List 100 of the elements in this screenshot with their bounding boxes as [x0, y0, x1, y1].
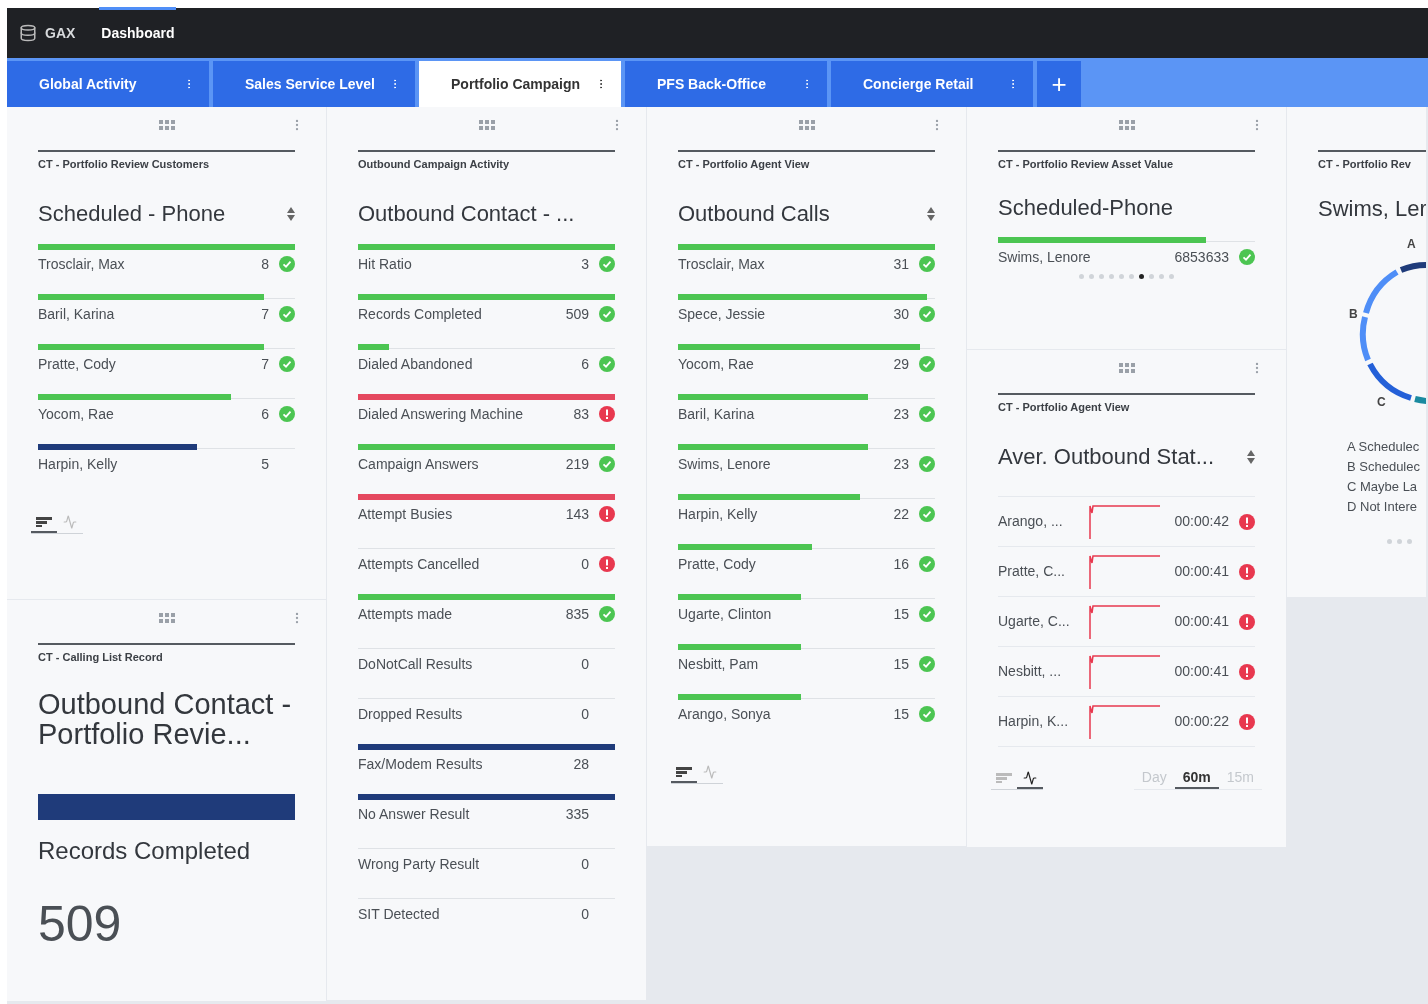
legend-item: D Not Intere — [1347, 498, 1419, 516]
trend-line-icon — [703, 765, 717, 779]
drag-handle-icon[interactable] — [478, 120, 495, 130]
row-label: Pratte, Cody — [678, 554, 757, 574]
row-value: 00:00:41 — [1173, 612, 1229, 631]
donut-label: A — [1407, 236, 1416, 253]
row-label: Dropped Results — [358, 704, 464, 724]
row-value: 16 — [893, 554, 909, 574]
row-label: Harpin, K... — [998, 712, 1070, 731]
row-value: 6 — [261, 404, 269, 424]
dashboard-tab[interactable]: Sales Service Level — [213, 61, 415, 107]
row-label: Ugarte, C... — [998, 612, 1071, 631]
row-label: Trosclair, Max — [678, 254, 766, 274]
row-value: 5 — [261, 454, 269, 474]
row-value: 6853633 — [1174, 247, 1229, 267]
widget-title: Scheduled-Phone — [998, 194, 1173, 222]
row-label: Attempts Cancelled — [358, 554, 481, 574]
row-label: Campaign Answers — [358, 454, 480, 474]
sparkline-drawing — [1088, 604, 1160, 639]
drag-handle-icon[interactable] — [1118, 363, 1135, 373]
row-label: Nesbitt, ... — [998, 662, 1063, 681]
sparkline-drawing — [1088, 504, 1160, 539]
row-label: Swims, Lenore — [678, 454, 772, 474]
widget-category: CT - Portfolio Agent View — [678, 157, 811, 171]
row-value: 0 — [581, 854, 589, 874]
drag-handle-icon[interactable] — [798, 120, 815, 130]
row-value: 23 — [893, 454, 909, 474]
widget-title: Aver. Outbound Stat... — [998, 443, 1215, 471]
row-value: 335 — [565, 804, 589, 824]
dashboard-tab[interactable]: Portfolio Campaign — [419, 61, 621, 107]
row-label: Dialed Answering Machine — [358, 404, 524, 424]
widget-category: CT - Calling List Record — [38, 650, 164, 664]
bar-chart-icon — [996, 773, 1012, 783]
sparkline-drawing — [1088, 554, 1160, 589]
row-label: Swims, Lenore — [998, 247, 1092, 267]
row-value: 219 — [565, 454, 589, 474]
row-label: Records Completed — [358, 304, 483, 324]
row-label: Fax/Modem Results — [358, 754, 484, 774]
row-label: Spece, Jessie — [678, 304, 767, 324]
metric-value: 509 — [38, 896, 123, 952]
dashboard-tab[interactable]: PFS Back-Office — [625, 61, 827, 107]
row-label: Hit Ratio — [358, 254, 413, 274]
trend-view-toggle[interactable] — [1017, 769, 1043, 789]
row-label: Dialed Abandoned — [358, 354, 474, 374]
legend-item: A Schedulec — [1347, 438, 1421, 456]
widget-category: Outbound Campaign Activity — [358, 157, 511, 171]
row-label: Attempt Busies — [358, 504, 454, 524]
add-tab-button[interactable]: + — [1037, 61, 1081, 107]
brand-label: GAX — [45, 23, 76, 43]
row-value: 00:00:42 — [1173, 512, 1229, 531]
row-value: 22 — [893, 504, 909, 524]
trend-line-icon — [63, 515, 77, 529]
bar-chart-icon — [36, 517, 52, 527]
sparkline-drawing — [1088, 704, 1160, 739]
row-value: 83 — [573, 404, 589, 424]
row-label: SIT Detected — [358, 904, 441, 924]
row-label: Trosclair, Max — [38, 254, 126, 274]
widget-title: Outbound Calls — [678, 200, 830, 228]
row-value: 143 — [565, 504, 589, 524]
sort-icon[interactable] — [927, 207, 935, 221]
legend-item: C Maybe La — [1347, 478, 1419, 496]
row-value: 00:00:22 — [1173, 712, 1229, 731]
database-icon — [19, 24, 37, 42]
donut-label: B — [1349, 306, 1358, 323]
dashboard-tab[interactable]: Concierge Retail — [831, 61, 1033, 107]
drag-handle-icon[interactable] — [158, 613, 175, 623]
row-value: 28 — [573, 754, 589, 774]
row-value: 31 — [893, 254, 909, 274]
sort-icon[interactable] — [287, 207, 295, 221]
widget-title: Swims, Ler — [1318, 195, 1426, 223]
metric-label: Records Completed — [38, 836, 252, 866]
drag-handle-icon[interactable] — [1118, 120, 1135, 130]
row-value: 509 — [565, 304, 589, 324]
row-label: Yocom, Rae — [38, 404, 115, 424]
row-value: 835 — [565, 604, 589, 624]
row-label: No Answer Result — [358, 804, 471, 824]
row-label: Baril, Karina — [38, 304, 116, 324]
sort-icon[interactable] — [1247, 450, 1255, 464]
row-label: Nesbitt, Pam — [678, 654, 760, 674]
row-label: Pratte, C... — [998, 562, 1066, 581]
row-value: 0 — [581, 554, 589, 574]
row-label: Pratte, Cody — [38, 354, 117, 374]
time-range-tab[interactable]: 60m — [1174, 767, 1219, 789]
row-value: 00:00:41 — [1173, 562, 1229, 581]
widget-title: Outbound Contact - ... — [358, 200, 575, 228]
dashboard-tab[interactable]: Global Activity — [7, 61, 209, 107]
row-value: 15 — [893, 704, 909, 724]
row-value: 3 — [581, 254, 589, 274]
row-value: 0 — [581, 654, 589, 674]
row-label: DoNotCall Results — [358, 654, 474, 674]
row-label: Baril, Karina — [678, 404, 756, 424]
row-label: Attempts made — [358, 604, 454, 624]
row-label: Wrong Party Result — [358, 854, 481, 874]
row-label: Arango, ... — [998, 512, 1064, 531]
row-value: 6 — [581, 354, 589, 374]
widget-title: Outbound Contact - Portfolio Revie... — [38, 689, 293, 749]
row-label: Harpin, Kelly — [678, 504, 759, 524]
row-label: Arango, Sonya — [678, 704, 772, 724]
row-value: 7 — [261, 354, 269, 374]
drag-handle-icon[interactable] — [158, 120, 175, 130]
